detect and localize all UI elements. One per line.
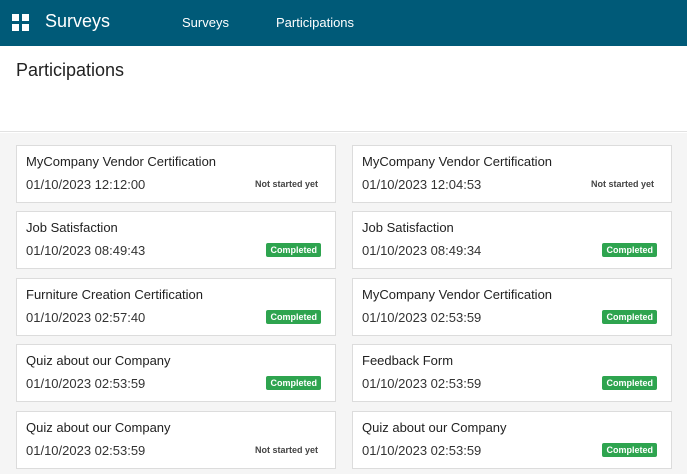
status-badge: Not started yet [590,179,654,189]
participation-date: 01/10/2023 12:12:00 [26,177,146,192]
survey-name: Job Satisfaction [362,220,454,235]
survey-name: Quiz about our Company [26,353,171,368]
participation-date: 01/10/2023 02:53:59 [362,310,482,325]
survey-name: MyCompany Vendor Certification [362,287,553,302]
participation-card[interactable]: Quiz about our Company 01/10/2023 02:53:… [16,344,336,402]
page-header: Participations [0,46,687,132]
participation-date: 01/10/2023 08:49:43 [26,243,146,258]
participation-card[interactable]: Feedback Form 01/10/2023 02:53:59 Comple… [352,344,672,402]
participation-date: 01/10/2023 02:53:59 [362,443,482,458]
participation-date: 01/10/2023 02:53:59 [26,376,146,391]
survey-name: MyCompany Vendor Certification [26,154,217,169]
participation-date: 01/10/2023 08:49:34 [362,243,482,258]
survey-name: Quiz about our Company [362,420,507,435]
participation-card[interactable]: MyCompany Vendor Certification 01/10/202… [352,278,672,336]
survey-name: Furniture Creation Certification [26,287,204,302]
app-title[interactable]: Surveys [45,11,110,32]
status-badge: Completed [602,310,657,324]
top-navbar: Surveys Surveys Participations [0,0,687,46]
participation-date: 01/10/2023 02:53:59 [362,376,482,391]
participation-card[interactable]: Furniture Creation Certification 01/10/2… [16,278,336,336]
participation-card[interactable]: Job Satisfaction 01/10/2023 08:49:43 Com… [16,211,336,269]
participation-card[interactable]: MyCompany Vendor Certification 01/10/202… [16,145,336,203]
status-badge: Not started yet [254,179,318,189]
status-badge: Completed [266,243,321,257]
participation-card[interactable]: Quiz about our Company 01/10/2023 02:53:… [16,411,336,469]
participations-list: MyCompany Vendor Certification 01/10/202… [0,133,687,474]
status-badge: Completed [602,243,657,257]
participation-date: 01/10/2023 12:04:53 [362,177,482,192]
survey-name: Feedback Form [362,353,454,368]
nav-surveys[interactable]: Surveys [182,15,229,30]
status-badge: Completed [602,376,657,390]
page-title: Participations [16,60,125,80]
status-badge: Completed [266,310,321,324]
status-badge: Not started yet [254,445,318,455]
participation-card[interactable]: MyCompany Vendor Certification 01/10/202… [352,145,672,203]
participation-date: 01/10/2023 02:53:59 [26,443,146,458]
participation-card[interactable]: Job Satisfaction 01/10/2023 08:49:34 Com… [352,211,672,269]
status-badge: Completed [266,376,321,390]
survey-name: Job Satisfaction [26,220,118,235]
survey-name: MyCompany Vendor Certification [362,154,553,169]
survey-name: Quiz about our Company [26,420,171,435]
participation-card[interactable]: Quiz about our Company 01/10/2023 02:53:… [352,411,672,469]
nav-participations[interactable]: Participations [276,15,354,30]
status-badge: Completed [602,443,657,457]
app-grid-icon[interactable] [12,14,29,31]
participation-date: 01/10/2023 02:57:40 [26,310,146,325]
